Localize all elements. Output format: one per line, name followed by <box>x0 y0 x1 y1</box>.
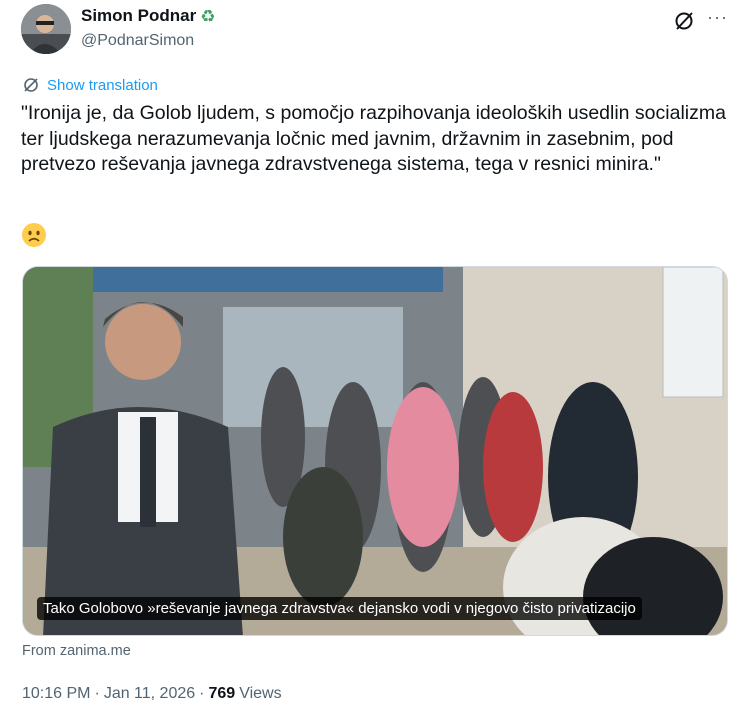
handle[interactable]: @PodnarSimon <box>81 32 194 50</box>
image-caption: Tako Golobovo »reševanje javnega zdravst… <box>37 597 642 620</box>
recycle-icon: ♻ <box>200 6 216 26</box>
translate-icon <box>24 78 38 92</box>
tweet-header: Simon Podnar ♻ @PodnarSimon ··· <box>21 4 731 54</box>
slightly-frowning-face-icon <box>22 223 46 247</box>
grok-icon[interactable] <box>673 10 695 32</box>
tweet-date[interactable]: Jan 11, 2026 <box>104 685 195 703</box>
views-count: 769 <box>208 685 236 702</box>
show-translation-link[interactable]: Show translation <box>22 76 158 94</box>
avatar[interactable] <box>21 4 71 54</box>
tweet-meta: 10:16 PM · Jan 11, 2026 · 769 Views <box>22 685 282 703</box>
views-label: Views <box>239 685 282 702</box>
media-source[interactable]: From zanima.me <box>22 643 131 659</box>
photo-illustration <box>23 267 727 635</box>
meta-separator: · <box>94 685 100 702</box>
tweet-time[interactable]: 10:16 PM <box>22 685 90 703</box>
meta-separator-2: · <box>199 685 205 702</box>
tweet-text: "Ironija je, da Golob ljudem, s pomočjo … <box>21 102 732 175</box>
tweet-image[interactable]: Tako Golobovo »reševanje javnega zdravst… <box>22 266 728 636</box>
name-row[interactable]: Simon Podnar ♻ <box>81 6 215 26</box>
more-icon[interactable]: ··· <box>707 8 728 26</box>
show-translation-label[interactable]: Show translation <box>47 77 158 94</box>
display-name[interactable]: Simon Podnar <box>81 6 196 26</box>
